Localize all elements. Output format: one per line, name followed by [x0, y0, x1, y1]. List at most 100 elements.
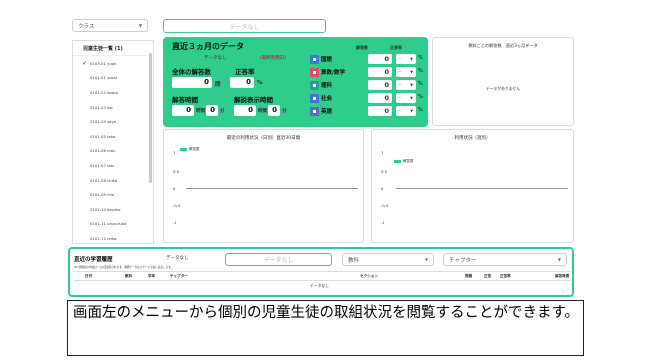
chapter-select[interactable]: チャプター ▼	[443, 253, 567, 266]
chevron-down-icon: ▼	[557, 257, 561, 262]
subject-percent-unit: %	[418, 55, 423, 61]
student-list-item[interactable]: 0101-03 kai	[73, 100, 153, 115]
student-list-item[interactable]: 0101-05 taka	[73, 129, 153, 144]
top-no-data-box[interactable]: データなし	[163, 19, 326, 33]
legend-swatch	[180, 148, 187, 151]
table-header[interactable]: 正答率	[500, 274, 511, 279]
student-list-item[interactable]: 0101-01 yoshi	[73, 71, 153, 86]
check-icon: ✓	[82, 59, 88, 67]
answer-hours-unit: 時間	[196, 109, 205, 114]
student-list-item[interactable]: 0101-11 urusuruka	[73, 217, 153, 232]
table-header[interactable]: セクション	[360, 274, 378, 279]
subject-name: 国語	[321, 57, 333, 63]
table-empty: データなし	[310, 283, 329, 288]
zero-line	[186, 188, 358, 189]
answer-minutes-unit: 分	[220, 109, 225, 114]
learning-history-title: 直近の学習履歴	[74, 257, 113, 263]
subject-accuracy-value: -	[399, 82, 401, 88]
history-no-data-box[interactable]: データなし	[225, 253, 332, 266]
subject-accuracy-value: -	[399, 69, 401, 75]
subject-accuracy-dropdown[interactable]: - ▼	[396, 54, 416, 64]
student-name: 0101-03 kai	[90, 104, 113, 110]
subject-accuracy-dropdown[interactable]: - ▼	[396, 67, 416, 77]
chevron-down-icon: ▼	[424, 257, 428, 262]
subject-row: ▪ 国語 0 - ▼%	[310, 54, 423, 65]
chevron-down-icon: ▼	[410, 109, 413, 113]
table-header[interactable]: 教科	[125, 274, 132, 279]
usage-note: (最終利用日)	[260, 56, 287, 61]
student-name: 0101-11 urusuruka	[90, 221, 127, 227]
learning-history-panel: 直近の学習履歴 データなし ※1 明細表の内容は一日1回更新されます。明細データ…	[68, 247, 574, 297]
subject-card-title: 教科ごとの解答数 直近3ヵ月データ	[468, 43, 538, 48]
daily-usage-legend-label: 解答数	[189, 147, 200, 151]
subject-percent-unit: %	[418, 68, 423, 74]
subject-row: ▪ 社会 0- ▼%	[310, 93, 423, 104]
display-minutes-unit: 分	[282, 109, 287, 114]
subject-accuracy-dropdown[interactable]: - ▼	[396, 93, 416, 103]
stats-no-data: データなし	[204, 56, 227, 61]
top-no-data-text: データなし	[229, 23, 260, 31]
table-header[interactable]: 問題	[465, 274, 472, 279]
table-header[interactable]: 解答時間	[555, 274, 569, 279]
subject-accuracy-value: -	[399, 95, 401, 101]
accuracy-value: 0	[230, 77, 254, 88]
answer-hours: 0	[172, 105, 194, 116]
col-accuracy-header: 正答率	[390, 45, 402, 50]
answer-minutes: 0	[206, 105, 218, 116]
student-list-item[interactable]: 0101-06 mau	[73, 144, 153, 159]
total-answers-unit: 問	[215, 82, 221, 88]
y-tick-label: 0	[381, 186, 384, 191]
subject-icon: ▪	[310, 107, 319, 116]
student-name: 0101-06 mau	[90, 148, 116, 154]
subject-accuracy-dropdown[interactable]: - ▼	[396, 106, 416, 116]
caption-text: 画面左のメニューから個別の児童生徒の取組状況を閲覧することができます。	[67, 300, 584, 356]
student-list-item[interactable]: ✓ 0103-01 yuan	[73, 56, 153, 71]
learning-history-no-data: データなし	[166, 256, 189, 261]
subject-answer-count: 0	[368, 93, 392, 103]
subject-percent-unit: %	[418, 107, 423, 113]
table-header[interactable]: チャプター	[170, 274, 188, 279]
subject-answer-count: 0	[368, 54, 392, 64]
subject-select[interactable]: 教科 ▼	[342, 253, 434, 266]
y-tick-label: 0.5	[173, 169, 180, 174]
subject-answer-count: 0	[368, 106, 392, 116]
y-tick-label: -1	[381, 220, 385, 225]
subject-accuracy-dropdown[interactable]: - ▼	[396, 80, 416, 90]
student-list-item[interactable]: 0101-12 reika	[73, 231, 153, 243]
chevron-down-icon: ▼	[410, 83, 413, 87]
learning-history-note: ※1 明細表の内容は一日1回更新されます。明細データはスクールで右に表示します。	[74, 266, 174, 269]
student-list-item[interactable]: 0101-07 taki	[73, 158, 153, 173]
legend-swatch	[394, 160, 401, 163]
student-list: 児童生徒一覧 (1) ✓ 0103-01 yuan 0101-01 yoshi 010…	[72, 40, 154, 244]
answer-time-label: 解答時間	[172, 96, 198, 104]
table-header[interactable]: 日付	[85, 274, 92, 279]
subject-name: 算数/数学	[321, 70, 346, 76]
student-name: 0101-10 kayoko	[90, 206, 121, 212]
student-list-item[interactable]: 0101-04 saya	[73, 114, 153, 129]
table-header[interactable]: 正答	[484, 274, 491, 279]
display-time-label: 解説表示時間	[234, 96, 273, 104]
subject-icon: ▪	[310, 68, 319, 77]
subject-row: ▪ 英語 0- ▼%	[310, 106, 423, 117]
table-header[interactable]: 学年	[148, 274, 155, 279]
student-list-item[interactable]: 0101-10 kayoko	[73, 202, 153, 217]
student-list-item[interactable]: 0101-08 chika	[73, 173, 153, 188]
sidebar-scrollbar[interactable]	[149, 53, 152, 183]
display-hours-unit: 時間	[258, 109, 267, 114]
accuracy-label: 正答率	[235, 68, 255, 76]
y-tick-label: 0.5	[381, 169, 388, 174]
subject-answers-card: 教科ごとの解答数 直近3ヵ月データ データがありません	[432, 37, 574, 126]
subject-percent-unit: %	[418, 94, 423, 100]
daily-usage-chart: 最近の利用状況（日別）直近30日間 解答数 1 0.5 0 -0.5 -1	[163, 129, 364, 243]
chevron-down-icon: ▼	[138, 23, 142, 28]
chevron-down-icon: ▼	[410, 96, 413, 100]
subject-select-value: 教科	[348, 257, 360, 264]
class-select[interactable]: クラス ▼	[72, 19, 148, 32]
subject-name: 社会	[321, 96, 333, 102]
student-name: 0103-01 yuan	[90, 60, 117, 66]
col-answers-header: 解答数	[356, 45, 368, 50]
student-list-item[interactable]: 0101-09 mio	[73, 187, 153, 202]
subject-icon: ▪	[310, 55, 319, 64]
y-tick-label: 1	[381, 150, 384, 155]
student-list-item[interactable]: 0101-02 kosho	[73, 85, 153, 100]
